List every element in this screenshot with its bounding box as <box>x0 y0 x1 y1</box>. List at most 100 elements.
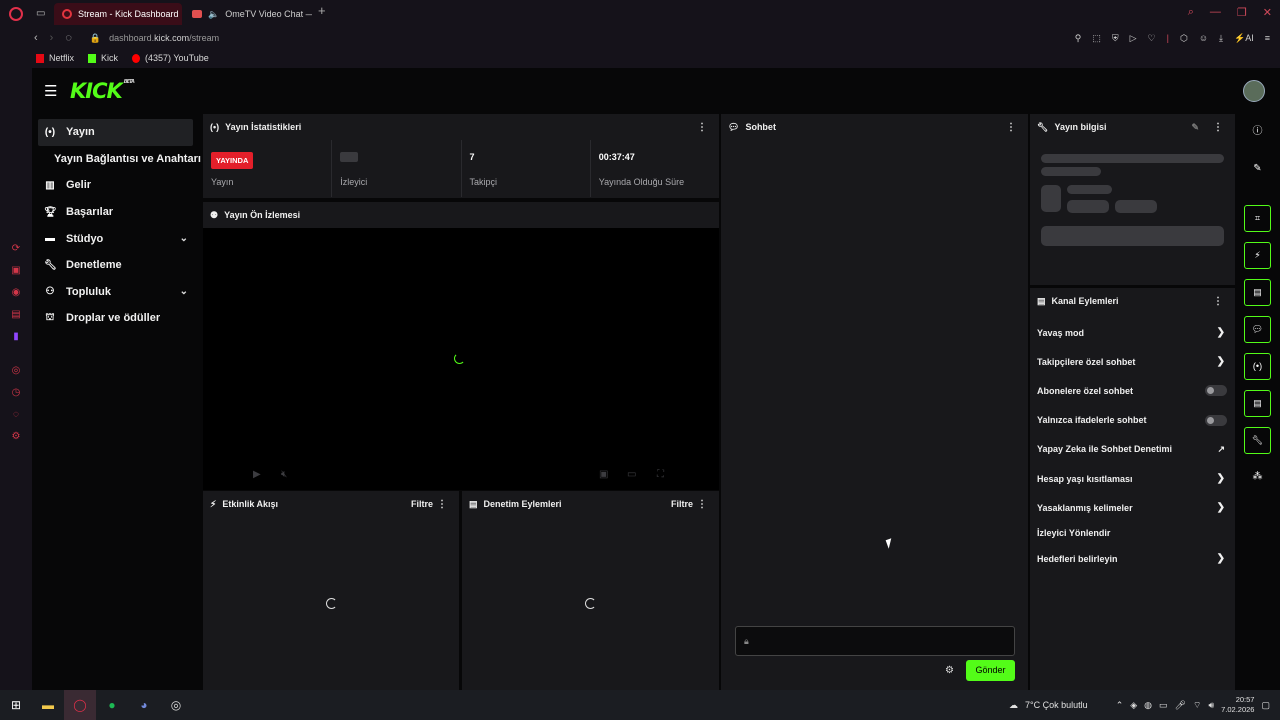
mute-icon[interactable]: 🔇︎ <box>281 469 287 480</box>
wrench-icon[interactable]: 🔧︎ <box>1244 427 1271 454</box>
more-options-icon[interactable]: ⋮ <box>1213 122 1223 133</box>
sidebar-item-community[interactable]: ⚇ Topluluk ⌄ <box>38 279 193 306</box>
bookmark-youtube[interactable]: (4357) YouTube <box>132 53 209 63</box>
edit-icon[interactable]: ✎ <box>1244 155 1271 182</box>
chat-settings-icon[interactable]: ⚙ <box>945 665 954 676</box>
snapshot-icon[interactable]: ⬚ <box>1092 33 1101 44</box>
sidebar-bag-icon[interactable]: ▣ <box>11 260 20 282</box>
network-icon[interactable]: ◍ <box>1144 700 1152 711</box>
sidebar-item-studio[interactable]: ▬ Stüdyo ⌄ <box>38 225 193 252</box>
menu-icon[interactable]: ≡ <box>1265 33 1270 44</box>
actions-icon[interactable]: ▤ <box>1244 390 1271 417</box>
minimize-icon[interactable]: — <box>1210 6 1221 19</box>
obs-icon[interactable]: ◎ <box>160 690 192 720</box>
bookmark-kick[interactable]: Kick <box>88 53 118 63</box>
maximize-icon[interactable]: ❐ <box>1237 6 1247 19</box>
menu-icon[interactable]: ☰ <box>44 82 58 100</box>
info-icon[interactable]: ⓘ <box>1244 118 1271 145</box>
start-icon[interactable]: ⊞ <box>0 690 32 720</box>
sidebar-item-revenue[interactable]: ▥ Gelir <box>38 172 193 199</box>
clock[interactable]: 20:57 7.02.2026 <box>1221 695 1254 715</box>
bookmark-netflix[interactable]: Netflix <box>36 53 74 63</box>
clip-icon[interactable]: ⌗ <box>1244 205 1271 232</box>
wifi-icon[interactable]: ⌔ <box>1193 700 1201 711</box>
subscribers-only-toggle[interactable] <box>1205 385 1227 397</box>
sidebar-news-icon[interactable]: ▤ <box>11 304 20 326</box>
notes-icon[interactable]: ▤ <box>1244 279 1271 306</box>
bolt-icon[interactable]: ⚡︎ <box>1244 242 1271 269</box>
aria-ai-button[interactable]: ⚡AI <box>1234 33 1254 44</box>
profile-icon[interactable]: ☺ <box>1199 33 1208 44</box>
back-icon[interactable]: ‹ <box>34 32 38 44</box>
extensions-icon[interactable]: ⬡ <box>1180 33 1188 44</box>
action-banned-words[interactable]: Yasaklanmış kelimeler ❯ <box>1030 493 1235 522</box>
send-button[interactable]: Gönder <box>966 660 1015 681</box>
play-icon[interactable]: ▷ <box>1130 33 1137 44</box>
notifications-icon[interactable]: ▢ <box>1261 700 1270 711</box>
theater-icon[interactable]: ▭ <box>627 469 636 480</box>
action-account-age[interactable]: Hesap yaşı kısıtlaması ❯ <box>1030 464 1235 493</box>
tab-kick-dashboard[interactable]: Stream - Kick Dashboard <box>54 3 182 25</box>
action-raid[interactable]: İzleyici Yönlendir <box>1030 522 1235 544</box>
tab-ometv[interactable]: 🔈 OmeTV Video Chat — <box>184 3 312 25</box>
pin-icon[interactable]: ⚲ <box>1075 33 1082 44</box>
play-icon[interactable]: ▶ <box>253 469 261 480</box>
more-options-icon[interactable]: ⋮ <box>437 499 447 510</box>
search-icon[interactable]: ⌕ <box>1188 6 1194 19</box>
battery-icon[interactable]: ▭ <box>1159 700 1168 711</box>
sidebar-player-icon[interactable]: ◎ <box>12 360 21 382</box>
tray-app-icon[interactable]: ◈ <box>1130 700 1137 711</box>
url-field[interactable]: dashboard.kick.com/stream <box>109 33 219 43</box>
discord-icon[interactable]: ◕ <box>128 690 160 720</box>
sidebar-item-moderation[interactable]: 🔧︎ Denetleme <box>38 252 193 279</box>
opera-logo-icon[interactable] <box>9 7 23 21</box>
sidebar-item-stream-key[interactable]: Yayın Bağlantısı ve Anahtarı <box>38 146 201 173</box>
more-options-icon[interactable]: ⋮ <box>697 499 707 510</box>
sidebar-chat-icon[interactable]: ◌ <box>13 404 19 426</box>
chevron-down-icon[interactable]: ⌄ <box>180 233 188 244</box>
sidebar-twitch-icon[interactable]: ▮ <box>13 326 19 348</box>
action-ai-moderation[interactable]: Yapay Zeka ile Sohbet Denetimi ↗ <box>1030 435 1235 464</box>
sidebar-item-drops[interactable]: ⛫ Droplar ve ödüller <box>38 305 193 332</box>
microphone-icon[interactable]: 🎤︎ <box>1175 700 1186 711</box>
sidebar-clock-icon[interactable]: ◷ <box>12 382 21 404</box>
close-icon[interactable]: ✕ <box>1263 6 1272 19</box>
fullscreen-icon[interactable]: ⛶ <box>657 469 664 480</box>
widgets-icon[interactable]: ⁂ <box>1244 463 1271 490</box>
chat-input[interactable]: 🔒︎ <box>735 626 1015 656</box>
sidebar-item-achievements[interactable]: 🏆︎ Başarılar <box>38 199 193 226</box>
reload-icon[interactable]: ◌ <box>65 32 72 44</box>
shield-icon[interactable]: ⛨ <box>1112 33 1119 44</box>
sidebar-history-icon[interactable]: ⟳ <box>12 238 20 260</box>
kick-logo[interactable]: KICK BETA <box>70 79 135 103</box>
action-set-goals[interactable]: Hedefleri belirleyin ❯ <box>1030 544 1235 573</box>
forward-icon[interactable]: › <box>50 32 54 44</box>
action-followers-only[interactable]: Takipçilere özel sohbet ❯ <box>1030 347 1235 376</box>
broadcast-icon[interactable]: (•) <box>1244 353 1271 380</box>
action-slow-mode[interactable]: Yavaş mod ❯ <box>1030 318 1235 347</box>
tab-manager-icon[interactable]: ▭ <box>36 8 45 19</box>
file-explorer-icon[interactable]: ▬ <box>32 690 64 720</box>
chevron-up-icon[interactable]: ⌃ <box>1116 700 1124 711</box>
volume-icon[interactable]: 🔊︎ <box>1208 700 1214 711</box>
stream-preview-video[interactable]: ▶ 🔇︎ ▣ ▭ ⛶ <box>203 228 719 490</box>
edit-icon[interactable]: ✎ <box>1191 122 1199 133</box>
sidebar-messenger-icon[interactable]: ◉ <box>12 282 21 304</box>
more-options-icon[interactable]: ⋮ <box>1006 122 1016 133</box>
emotes-only-toggle[interactable] <box>1205 414 1227 426</box>
weather-text[interactable]: 7°C Çok bulutlu <box>1025 700 1088 710</box>
chat-icon[interactable]: 💬︎ <box>1244 316 1271 343</box>
heart-icon[interactable]: ♡ <box>1148 33 1156 44</box>
opera-gx-icon[interactable]: ◯ <box>64 690 96 720</box>
more-options-icon[interactable]: ⋮ <box>1213 296 1223 307</box>
download-icon[interactable]: ⤓ <box>1219 33 1223 44</box>
spotify-icon[interactable]: ● <box>96 690 128 720</box>
sidebar-item-stream[interactable]: (•) Yayın <box>38 119 193 146</box>
avatar[interactable] <box>1243 80 1265 102</box>
new-tab-button[interactable]: + <box>318 3 326 25</box>
filter-button[interactable]: Filtre <box>411 499 433 509</box>
chevron-down-icon[interactable]: ⌄ <box>180 286 188 297</box>
sidebar-settings-icon[interactable]: ⚙ <box>12 426 21 448</box>
pip-icon[interactable]: ▣ <box>599 469 608 480</box>
filter-button[interactable]: Filtre <box>671 499 693 509</box>
